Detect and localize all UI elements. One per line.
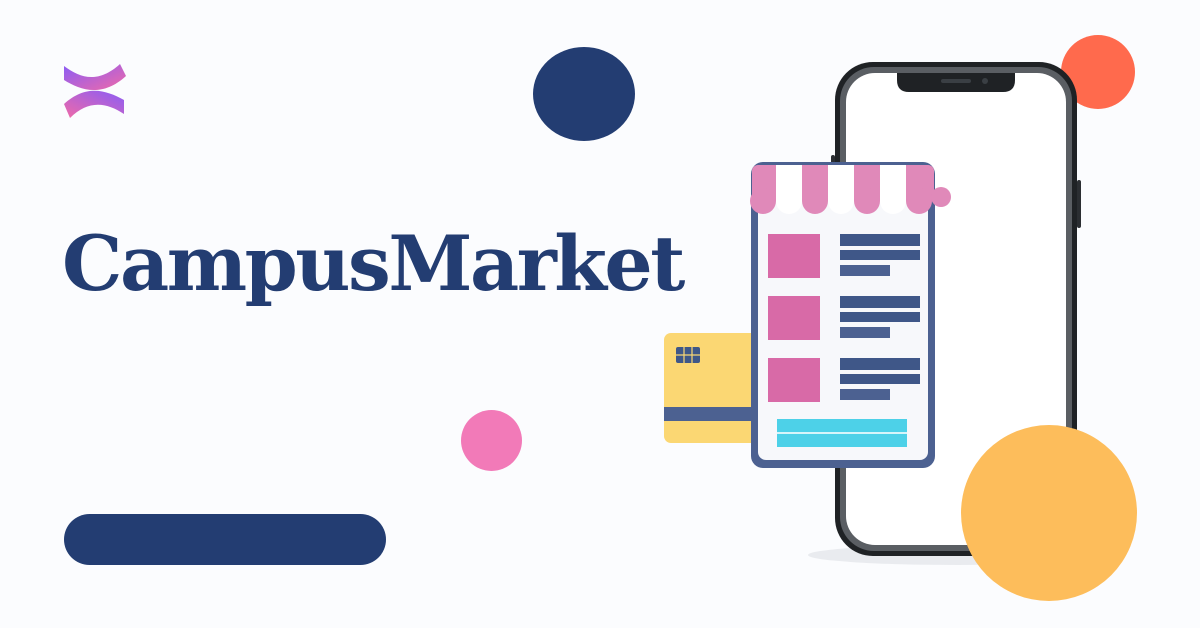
- confluence-logo-icon: [64, 64, 126, 118]
- decorative-pill: [64, 514, 386, 565]
- shop-awning: [750, 165, 951, 214]
- yellow-dot: [961, 425, 1137, 601]
- pink-dot: [461, 410, 522, 471]
- mobile-shop-illustration: [664, 35, 1137, 601]
- navy-dot: [533, 47, 635, 141]
- brand-title: CampusMarket: [62, 219, 685, 308]
